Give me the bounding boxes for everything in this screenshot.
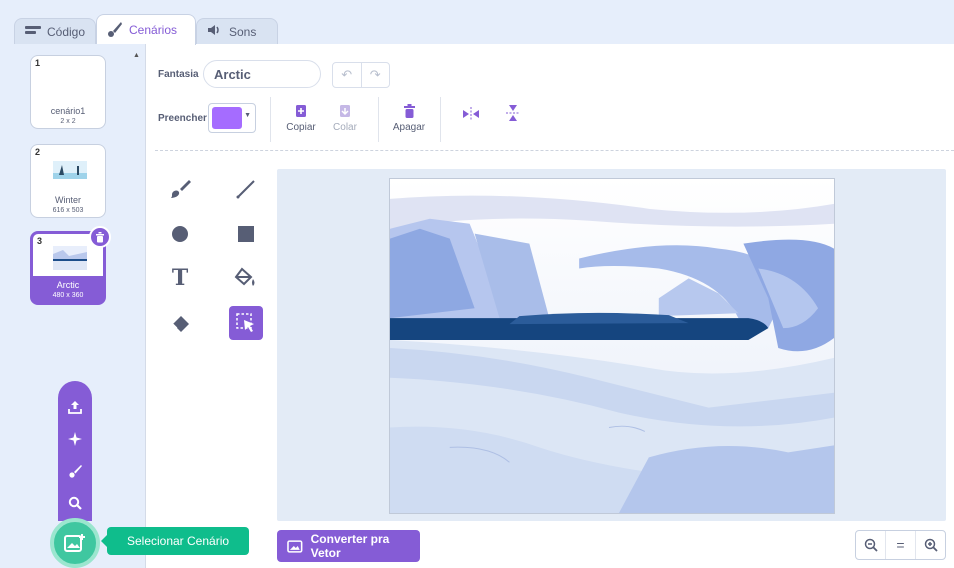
code-icon — [25, 24, 41, 39]
eraser-tool-icon[interactable] — [166, 310, 194, 338]
zoom-out-icon — [864, 538, 878, 552]
surprise-icon[interactable] — [58, 425, 92, 453]
upload-icon[interactable] — [58, 393, 92, 421]
flip-horizontal-icon[interactable] — [462, 107, 480, 124]
convert-to-vector-label: Converter pra Vetor — [310, 532, 390, 560]
costume-size: 2 x 2 — [60, 118, 76, 125]
costume-size: 616 x 503 — [52, 207, 84, 214]
costume-number: 1 — [35, 58, 41, 68]
convert-to-vector-button[interactable]: Converter pra Vetor — [277, 530, 420, 562]
brush-tool-icon[interactable] — [166, 175, 194, 203]
winter-thumbnail — [53, 161, 87, 179]
costume-number: 2 — [35, 147, 41, 157]
delete-label: Apagar — [392, 122, 426, 133]
chevron-down-icon: ▼ — [244, 112, 251, 119]
toolbar-divider — [378, 97, 379, 142]
delete-costume-button[interactable] — [89, 226, 111, 248]
paste-button[interactable]: Colar — [330, 104, 360, 133]
tab-code[interactable]: Código — [14, 18, 96, 44]
toolbar-divider — [440, 97, 441, 142]
costume-name-input[interactable]: Arctic — [203, 60, 321, 88]
zoom-in-icon — [924, 538, 938, 552]
costume-item-1[interactable]: 1 cenário1 2 x 2 — [30, 55, 106, 129]
backdrop-icon — [64, 534, 85, 552]
costume-number: 3 — [37, 236, 43, 246]
undo-icon[interactable]: ↶ — [333, 63, 362, 87]
brush-icon — [107, 21, 123, 40]
copy-label: Copiar — [286, 122, 316, 133]
undo-redo-group: ↶ ↷ — [332, 62, 390, 88]
fill-tool-icon[interactable] — [232, 264, 260, 292]
copy-icon — [284, 104, 318, 122]
zoom-in-button[interactable] — [916, 531, 945, 559]
trash-icon — [392, 104, 426, 122]
arctic-backdrop-image[interactable] — [389, 178, 835, 514]
redo-icon[interactable]: ↷ — [362, 63, 390, 87]
flip-vertical-icon[interactable] — [506, 104, 520, 125]
tab-code-label: Código — [47, 24, 86, 39]
search-icon[interactable] — [58, 489, 92, 517]
arctic-thumbnail — [53, 246, 87, 270]
circle-tool-icon[interactable] — [166, 220, 194, 248]
paste-label: Colar — [333, 122, 357, 133]
tab-sounds[interactable]: Sons — [196, 18, 278, 44]
name-label: Fantasia — [158, 69, 199, 80]
trash-icon — [96, 231, 104, 242]
fill-color-swatch — [212, 107, 242, 129]
costume-name: cenário1 — [50, 106, 86, 116]
add-costume-menu — [58, 381, 92, 521]
costume-name: Arctic — [56, 280, 80, 290]
costume-item-3[interactable]: 3 Arctic 480 x 360 — [30, 226, 111, 305]
zoom-controls: = — [855, 530, 946, 560]
choose-backdrop-tooltip: Selecionar Cenário — [101, 527, 249, 555]
costume-item-2[interactable]: 2 Winter 616 x 503 — [30, 144, 106, 218]
speaker-icon — [207, 24, 223, 39]
paint-icon[interactable] — [58, 457, 92, 485]
text-tool-icon[interactable]: T — [166, 264, 194, 292]
select-tool-icon[interactable] — [229, 306, 263, 340]
editor-tab-bar: Código Cenários Sons — [0, 0, 954, 45]
fill-color-picker[interactable]: ▼ — [208, 103, 256, 133]
scroll-up-icon[interactable]: ▲ — [133, 52, 140, 59]
fill-label: Preencher — [158, 113, 207, 124]
image-icon — [287, 539, 303, 553]
paste-icon — [330, 104, 360, 122]
toolbar-divider — [270, 97, 271, 142]
tab-costumes-label: Cenários — [129, 23, 178, 37]
tab-sounds-label: Sons — [229, 24, 257, 39]
tab-costumes[interactable]: Cenários — [96, 14, 196, 45]
rectangle-tool-icon[interactable] — [232, 220, 260, 248]
choose-backdrop-button[interactable] — [50, 518, 100, 568]
toolbar-separator — [155, 150, 954, 151]
costume-size: 480 x 360 — [52, 292, 84, 299]
zoom-reset-button[interactable]: = — [886, 531, 916, 559]
copy-button[interactable]: Copiar — [284, 104, 318, 133]
line-tool-icon[interactable] — [232, 175, 260, 203]
costume-name: Winter — [54, 195, 81, 205]
zoom-out-button[interactable] — [856, 531, 886, 559]
delete-button[interactable]: Apagar — [392, 104, 426, 133]
